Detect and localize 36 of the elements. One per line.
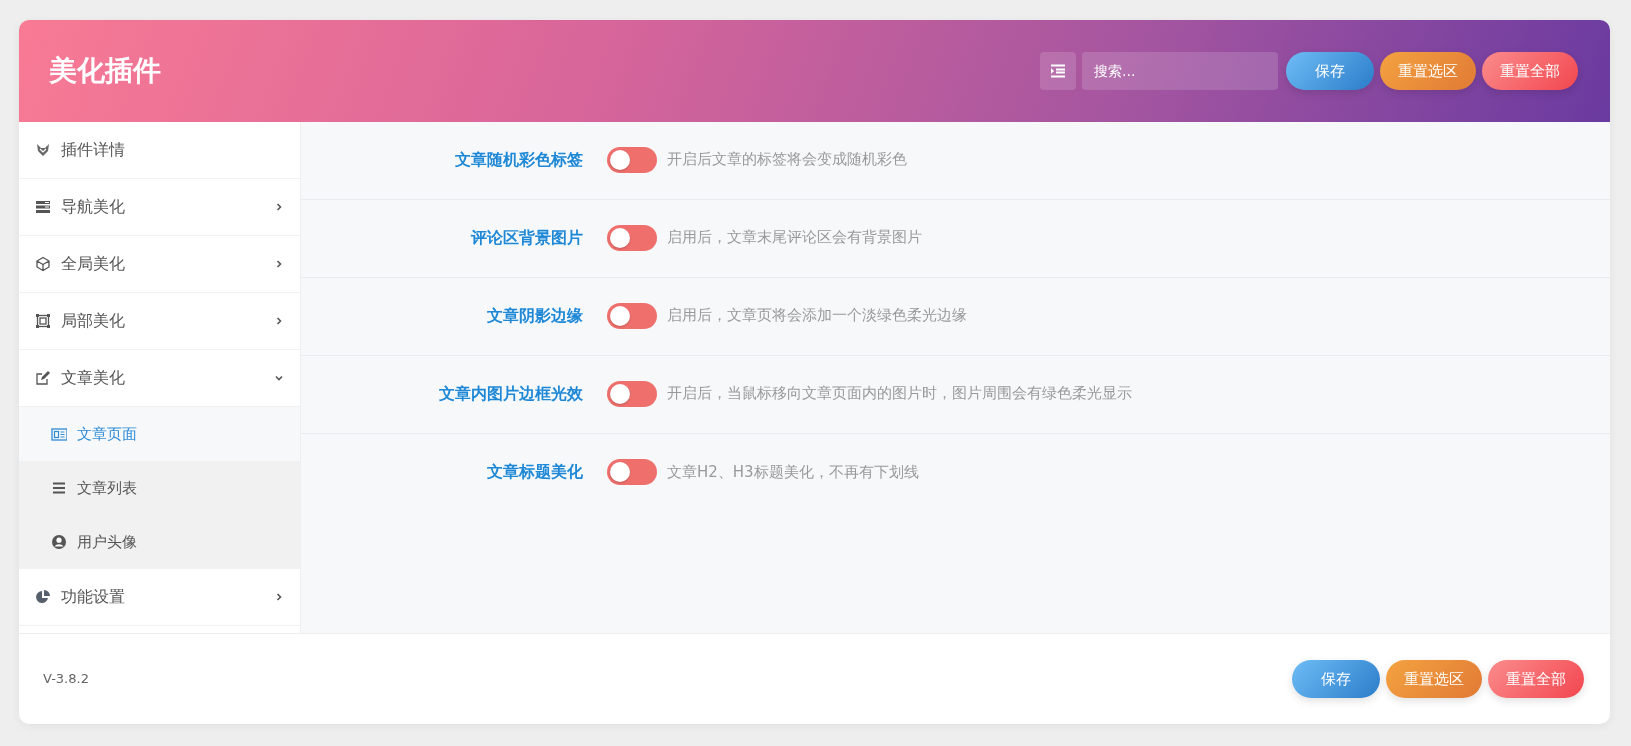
setting-description: 文章H2、H3标题美化，不再有下划线 — [667, 461, 919, 483]
sidebar-item[interactable]: 局部美化 — [19, 293, 300, 350]
toggle-switch[interactable] — [607, 224, 657, 251]
setting-description: 启用后，文章末尾评论区会有背景图片 — [667, 227, 922, 249]
setting-label: 文章阴影边缘 — [486, 304, 584, 327]
layout-icon — [51, 426, 67, 442]
page-title: 美化插件 — [49, 54, 161, 88]
setting-label: 评论区背景图片 — [469, 226, 584, 249]
user-icon — [51, 534, 67, 550]
sidebar-item[interactable]: 插件详情 — [19, 122, 300, 179]
stacked-bars-icon — [35, 199, 51, 215]
setting-description: 开启后，当鼠标移向文章页面内的图片时，图片周围会有绿色柔光显示 — [667, 383, 1132, 405]
edit-icon — [35, 370, 51, 386]
sidebar-subitem[interactable]: 用户头像 — [19, 515, 300, 569]
fox-head-icon — [35, 142, 51, 158]
setting-label: 文章内图片边框光效 — [438, 382, 584, 405]
menu-toggle-button[interactable] — [1040, 52, 1076, 90]
setting-description: 开启后文章的标签将会变成随机彩色 — [667, 149, 907, 171]
pie-chart-icon — [35, 589, 51, 605]
setting-label: 文章标题美化 — [486, 461, 584, 483]
toggle-switch[interactable] — [607, 146, 657, 173]
setting-label: 文章随机彩色标签 — [454, 148, 584, 171]
list-icon — [51, 480, 67, 496]
toggle-switch[interactable] — [607, 380, 657, 407]
sidebar-item[interactable]: 全局美化 — [19, 236, 300, 293]
sidebar-item[interactable]: 导航美化 — [19, 179, 300, 236]
cube-icon — [35, 256, 51, 272]
toggle-switch[interactable] — [607, 459, 657, 485]
indent-icon — [1050, 63, 1066, 79]
sidebar-subitem[interactable]: 文章页面 — [19, 407, 300, 461]
toggle-switch[interactable] — [607, 302, 657, 329]
frame-icon — [35, 313, 51, 329]
version-text: V-3.8.2 — [43, 670, 89, 689]
sidebar-subitem[interactable]: 文章列表 — [19, 461, 300, 515]
setting-description: 启用后，文章页将会添加一个淡绿色柔光边缘 — [667, 305, 967, 327]
sidebar-item[interactable]: 功能设置 — [19, 569, 300, 626]
